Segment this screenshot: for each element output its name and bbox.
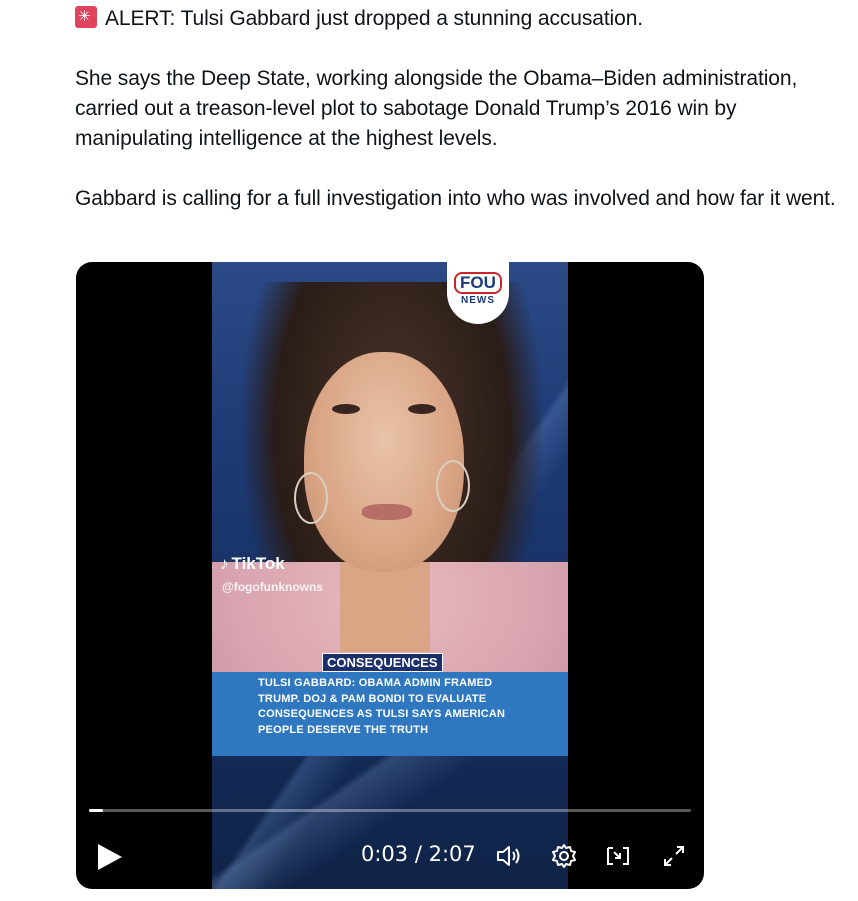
tiktok-icon: ♪ [220, 554, 229, 573]
post-text: ALERT: Tulsi Gabbard just dropped a stun… [75, 4, 855, 244]
lips [362, 504, 412, 520]
lower-third-tag: CONSEQUENCES [322, 653, 443, 672]
video-frame[interactable]: FOU NEWS ♪ TikTok @fogofunknowns CONSEQUE… [212, 262, 568, 889]
post-paragraph: Gabbard is calling for a full investigat… [75, 187, 836, 210]
tiktok-handle: @fogofunknowns [222, 580, 324, 594]
post-alert-line: ALERT: Tulsi Gabbard just dropped a stun… [105, 7, 644, 30]
time-display: 0:03 / 2:07 [361, 842, 476, 866]
settings-gear-icon[interactable] [550, 842, 578, 870]
logo-top-text: FOU [454, 272, 502, 294]
picture-in-picture-icon[interactable] [604, 842, 632, 870]
volume-icon[interactable] [494, 842, 522, 870]
progress-fill [89, 809, 104, 812]
video-player[interactable]: FOU NEWS ♪ TikTok @fogofunknowns CONSEQUE… [76, 262, 704, 889]
earring [294, 472, 328, 524]
earring [436, 460, 470, 512]
person-neck [340, 562, 430, 652]
tiktok-watermark: ♪ TikTok [220, 554, 285, 574]
rotating-light-icon [75, 6, 97, 28]
lower-third-caption: TULSI GABBARD: OBAMA ADMIN FRAMED TRUMP.… [258, 677, 506, 736]
fou-news-logo: FOU NEWS [447, 262, 509, 324]
play-icon[interactable] [98, 844, 122, 870]
eye [332, 404, 360, 414]
tiktok-label: TikTok [231, 554, 285, 573]
progress-bar[interactable] [89, 809, 691, 812]
person-face [304, 352, 464, 572]
post-paragraph: She says the Deep State, working alongsi… [75, 67, 798, 150]
video-controls: 0:03 / 2:07 [76, 832, 704, 880]
logo-bottom-text: NEWS [461, 295, 495, 306]
eye [408, 404, 436, 414]
fullscreen-icon[interactable] [660, 842, 688, 870]
